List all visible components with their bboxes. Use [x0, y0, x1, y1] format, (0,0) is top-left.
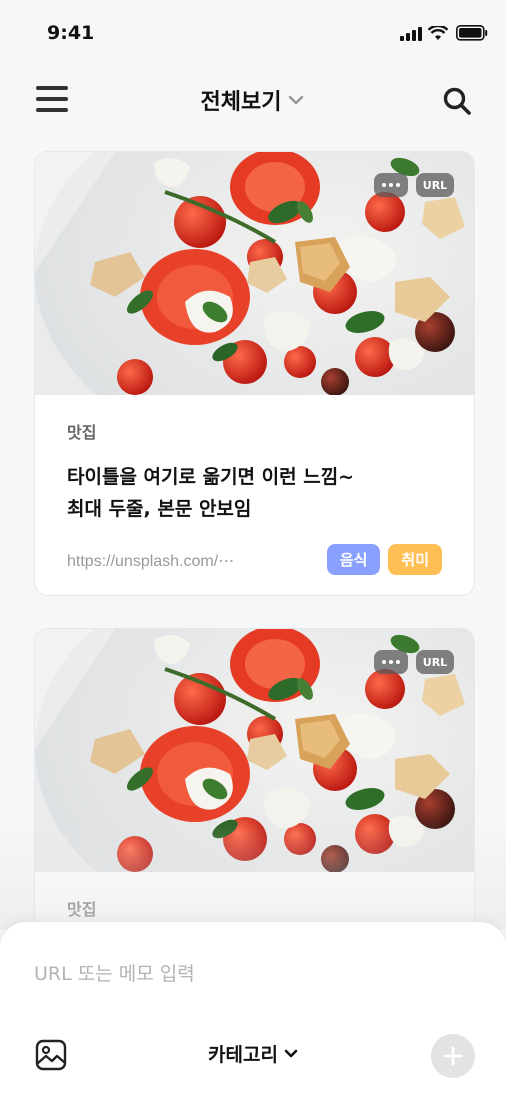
plus-icon: [443, 1046, 463, 1066]
category-label: 카테고리: [208, 1044, 278, 1066]
chevron-down-icon: [289, 95, 304, 105]
status-time: 9:41: [47, 22, 95, 44]
card-title: 타이틀을 여기로 옮기면 이런 느낌~ 최대 두줄, 본문 안보임: [67, 461, 442, 525]
card-title-line2: 최대 두줄, 본문 안보임: [67, 498, 252, 520]
wifi-icon: [428, 26, 448, 40]
more-options-button[interactable]: [374, 173, 408, 197]
scroll-fade: [0, 820, 506, 930]
battery-icon: [456, 25, 488, 41]
signal-icon: [400, 27, 422, 41]
url-type-badge: URL: [416, 173, 454, 197]
view-filter-dropdown[interactable]: 전체보기: [0, 84, 506, 116]
more-options-button[interactable]: [374, 650, 408, 674]
page-title: 전체보기: [200, 90, 282, 115]
card-title-line1: 타이틀을 여기로 옮기면 이런 느낌~: [67, 466, 355, 488]
tag-hobby[interactable]: 취미: [388, 544, 442, 575]
url-type-badge: URL: [416, 650, 454, 674]
app-header: 전체보기: [0, 70, 506, 132]
bookmark-card[interactable]: URL 맛집 타이틀을 여기로 옮기면 이런 느낌~ 최대 두줄, 본문 안보임…: [34, 151, 475, 596]
memo-input[interactable]: [34, 958, 464, 990]
search-icon[interactable]: [442, 86, 472, 116]
chevron-down-icon: [284, 1049, 298, 1057]
card-category: 맛집: [67, 423, 97, 442]
memo-composer: 카테고리: [0, 922, 506, 1094]
status-bar: 9:41: [0, 0, 506, 64]
card-image: URL: [35, 152, 474, 395]
tag-list: 음식 취미: [326, 544, 442, 575]
tag-food[interactable]: 음식: [326, 544, 381, 575]
card-url[interactable]: https://unsplash.com/⋯: [67, 551, 234, 571]
add-button[interactable]: [431, 1034, 475, 1078]
